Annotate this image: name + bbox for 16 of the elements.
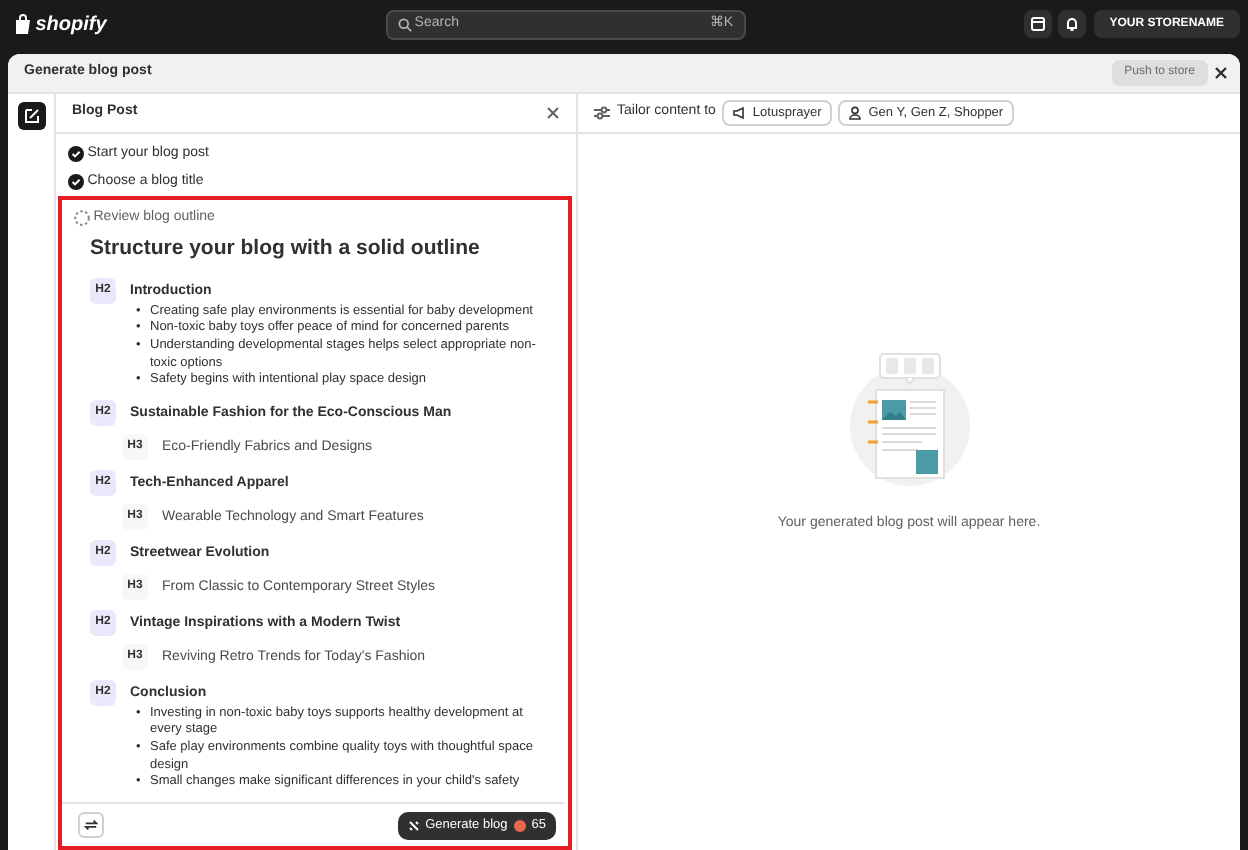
bag-logo-icon	[14, 14, 32, 34]
outline-heading: Structure your blog with a solid outline	[90, 234, 482, 264]
credit-coin-icon	[513, 819, 526, 831]
sparkle-icon	[407, 819, 420, 831]
logo-text: shopify	[35, 11, 107, 39]
store-icon[interactable]	[1023, 10, 1052, 38]
person-icon	[848, 106, 863, 120]
edit-icon[interactable]	[17, 102, 45, 130]
close-icon[interactable]	[546, 106, 560, 120]
close-icon[interactable]	[1214, 66, 1228, 80]
bell-icon[interactable]	[1058, 10, 1087, 38]
sliders-icon	[594, 106, 610, 120]
megaphone-icon	[732, 106, 747, 120]
swap-arrows-icon	[84, 818, 98, 832]
search-icon	[397, 17, 412, 31]
regenerate-button[interactable]	[78, 812, 104, 838]
